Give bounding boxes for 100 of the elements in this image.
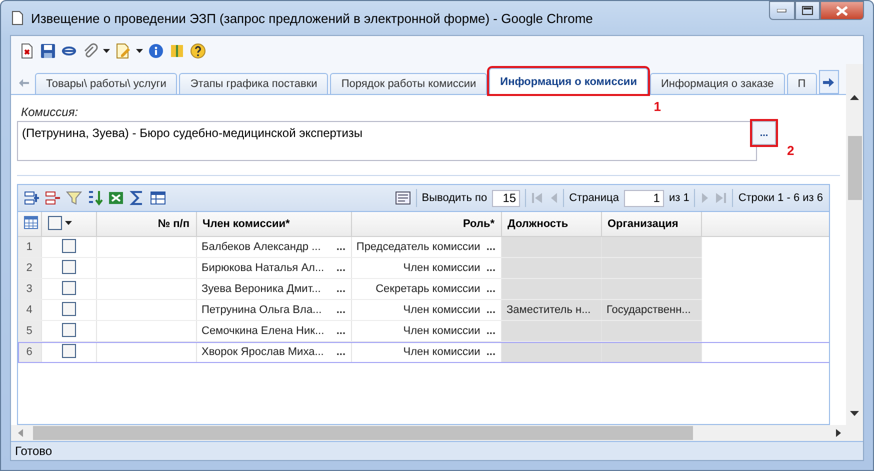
table-cell: Секретарь комиссии (376, 283, 480, 295)
paperclip-icon[interactable] (82, 43, 98, 59)
page-size-label: Выводить по (422, 192, 488, 204)
columns-icon[interactable] (394, 191, 411, 205)
row-checkbox[interactable] (62, 260, 76, 274)
table-settings-icon[interactable] (150, 190, 166, 206)
tab[interactable]: Порядок работы комиссии (330, 73, 488, 94)
table-cell: Бирюкова Наталья Ал... (202, 262, 324, 274)
picker-button[interactable]: ... (752, 121, 776, 145)
page-field[interactable]: 1 (624, 190, 664, 206)
picker-button[interactable]: ... (486, 325, 496, 337)
column-header[interactable]: Должность (501, 212, 601, 236)
column-header[interactable]: Член комиссии* (196, 212, 351, 236)
table-cell: Семочкина Елена Ник... (202, 325, 324, 337)
minimize-icon (777, 8, 787, 12)
close-button[interactable] (820, 1, 864, 20)
up-arrow-icon[interactable] (850, 94, 859, 100)
table-cell: Заместитель н... (506, 304, 591, 316)
picker-button[interactable]: ... (486, 262, 496, 274)
field-label: Комиссия: (21, 105, 78, 119)
picker-button[interactable]: ... (336, 262, 346, 274)
horizontal-scrollbar[interactable] (11, 425, 846, 441)
table-row[interactable]: 2 Бирюкова Наталья Ал... ... Член комиссии ... (18, 258, 829, 278)
table-row[interactable]: 6 Хворок Ярослав Миха... ... Член комиссии ... (18, 342, 829, 362)
down-arrow-icon[interactable] (850, 411, 859, 417)
table-row[interactable]: 3 Зуева Вероника Дмит... ... Секретарь комиссии ... (18, 278, 829, 300)
vertical-scrollbar[interactable] (846, 64, 863, 441)
page-size-field[interactable]: 15 (492, 190, 520, 206)
table-cell: Член комиссии (403, 325, 480, 337)
book-icon[interactable] (169, 43, 185, 59)
table-cell: Член комиссии (403, 346, 480, 358)
grid-icon[interactable] (24, 216, 38, 229)
tab[interactable]: П (786, 73, 817, 94)
row-number: 3 (18, 278, 41, 300)
right-arrow-icon[interactable] (834, 429, 842, 437)
save-icon[interactable] (40, 43, 56, 59)
sum-icon[interactable] (129, 190, 145, 206)
tab[interactable]: Товары\ работы\ услуги (35, 73, 178, 94)
maximize-button[interactable] (795, 1, 820, 20)
add-row-icon[interactable] (24, 190, 40, 206)
sort-icon[interactable] (87, 190, 103, 206)
row-number: 6 (18, 342, 41, 362)
picker-button[interactable]: ... (486, 304, 496, 316)
picker-button[interactable]: ... (336, 241, 346, 253)
column-header[interactable]: № п/п (96, 212, 196, 236)
row-number: 4 (18, 300, 41, 320)
table-cell: Балбеков Александр ... (202, 241, 321, 253)
callout-number: 1 (654, 99, 661, 114)
page-icon (12, 11, 23, 25)
table-row[interactable]: 5 Семочкина Елена Ник... ... Член комиссии ... (18, 320, 829, 342)
picker-button[interactable]: ... (336, 346, 346, 358)
table-cell: Председатель комиссии (356, 241, 480, 253)
picker-button[interactable]: ... (336, 325, 346, 337)
page-count: из 1 (668, 192, 690, 204)
row-checkbox[interactable] (62, 302, 76, 316)
picker-button[interactable]: ... (486, 346, 496, 358)
scroll-thumb[interactable] (848, 136, 862, 200)
page-label: Страница (569, 192, 619, 204)
left-arrow-icon (19, 79, 29, 87)
minimize-button[interactable] (769, 1, 795, 20)
row-number: 5 (18, 320, 41, 342)
table-row[interactable]: 1 Балбеков Александр ... ... Председатель комиссии ... (18, 236, 829, 258)
row-number: 2 (18, 258, 41, 278)
maximize-icon (802, 6, 813, 15)
caret-icon[interactable] (103, 49, 110, 53)
scroll-thumb[interactable] (33, 426, 693, 440)
picker-button[interactable]: ... (486, 283, 496, 295)
document-edit-icon[interactable] (115, 43, 131, 59)
column-header[interactable]: Организация (601, 212, 701, 236)
table-cell: Хворок Ярослав Миха... (202, 346, 324, 358)
table-row[interactable]: 4 Петрунина Ольга Вла... ... Член комиссии ... Заместитель н... Государственн... (18, 300, 829, 320)
right-arrow-icon (823, 78, 834, 86)
info-icon[interactable] (148, 43, 164, 59)
caret-icon[interactable] (64, 220, 72, 224)
document-icon[interactable] (19, 43, 35, 59)
table-cell: Зуева Вероника Дмит... (202, 283, 321, 295)
commission-field[interactable]: (Петрунина, Зуева) - Бюро судебно-медицинской экспертизы (17, 121, 757, 161)
table-cell: Член комиссии (403, 262, 480, 274)
row-number: 1 (18, 236, 41, 258)
picker-button[interactable]: ... (486, 241, 496, 253)
picker-button[interactable]: ... (336, 283, 346, 295)
select-all-checkbox[interactable] (48, 216, 62, 230)
status-text: Готово (15, 444, 52, 458)
scroll-right-button[interactable] (818, 70, 839, 94)
picker-button[interactable]: ... (336, 304, 346, 316)
column-header[interactable]: Роль* (351, 212, 501, 236)
row-checkbox[interactable] (62, 322, 76, 336)
table-cell: Член комиссии (403, 304, 480, 316)
caret-icon[interactable] (136, 49, 143, 53)
help-icon[interactable] (190, 43, 206, 59)
tab[interactable]: Информация о заказе (650, 73, 785, 94)
row-checkbox[interactable] (62, 280, 76, 294)
row-checkbox[interactable] (62, 344, 76, 358)
tab[interactable]: Этапы графика поставки (179, 73, 328, 94)
spreadsheet-icon[interactable] (108, 190, 124, 206)
close-icon (836, 6, 848, 16)
window-title: Извещение о проведении ЭЗП (запрос предложений в электронной форме) - Google Chrome (31, 10, 594, 26)
remove-row-icon[interactable] (45, 190, 61, 206)
filter-icon[interactable] (66, 190, 82, 206)
row-checkbox[interactable] (62, 238, 76, 252)
